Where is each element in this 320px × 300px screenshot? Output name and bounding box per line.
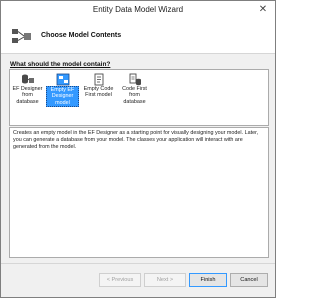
option-label: Code First from database [122, 86, 147, 105]
option-label: EF Designer from database [12, 86, 43, 105]
finish-button[interactable]: Finish [189, 273, 227, 287]
title-bar: Entity Data Model Wizard ✕ [1, 1, 275, 20]
option-label: Empty Code First model [83, 86, 114, 99]
window-title: Entity Data Model Wizard [92, 5, 184, 14]
page-title: Choose Model Contents [41, 32, 122, 39]
wizard-header: Choose Model Contents [1, 20, 275, 54]
previous-button[interactable]: < Previous [99, 273, 141, 287]
model-contents-label: What should the model contain? [10, 61, 111, 68]
model-options-list: EF Designer from database Empty EF Desig… [9, 69, 269, 126]
database-model-icon [22, 74, 34, 84]
close-icon[interactable]: ✕ [256, 3, 270, 17]
next-button[interactable]: Next > [144, 273, 186, 287]
cancel-button[interactable]: Cancel [230, 273, 268, 287]
footer-divider [1, 263, 275, 264]
code-first-db-icon [129, 73, 141, 86]
option-description: Creates an empty model in the EF Designe… [9, 127, 269, 258]
option-label: Empty EF Designer model [46, 86, 79, 108]
wizard-window: Entity Data Model Wizard ✕ Choose Model … [0, 0, 276, 298]
empty-model-icon [56, 73, 70, 86]
wizard-icon [12, 29, 31, 43]
code-first-icon [94, 73, 104, 86]
